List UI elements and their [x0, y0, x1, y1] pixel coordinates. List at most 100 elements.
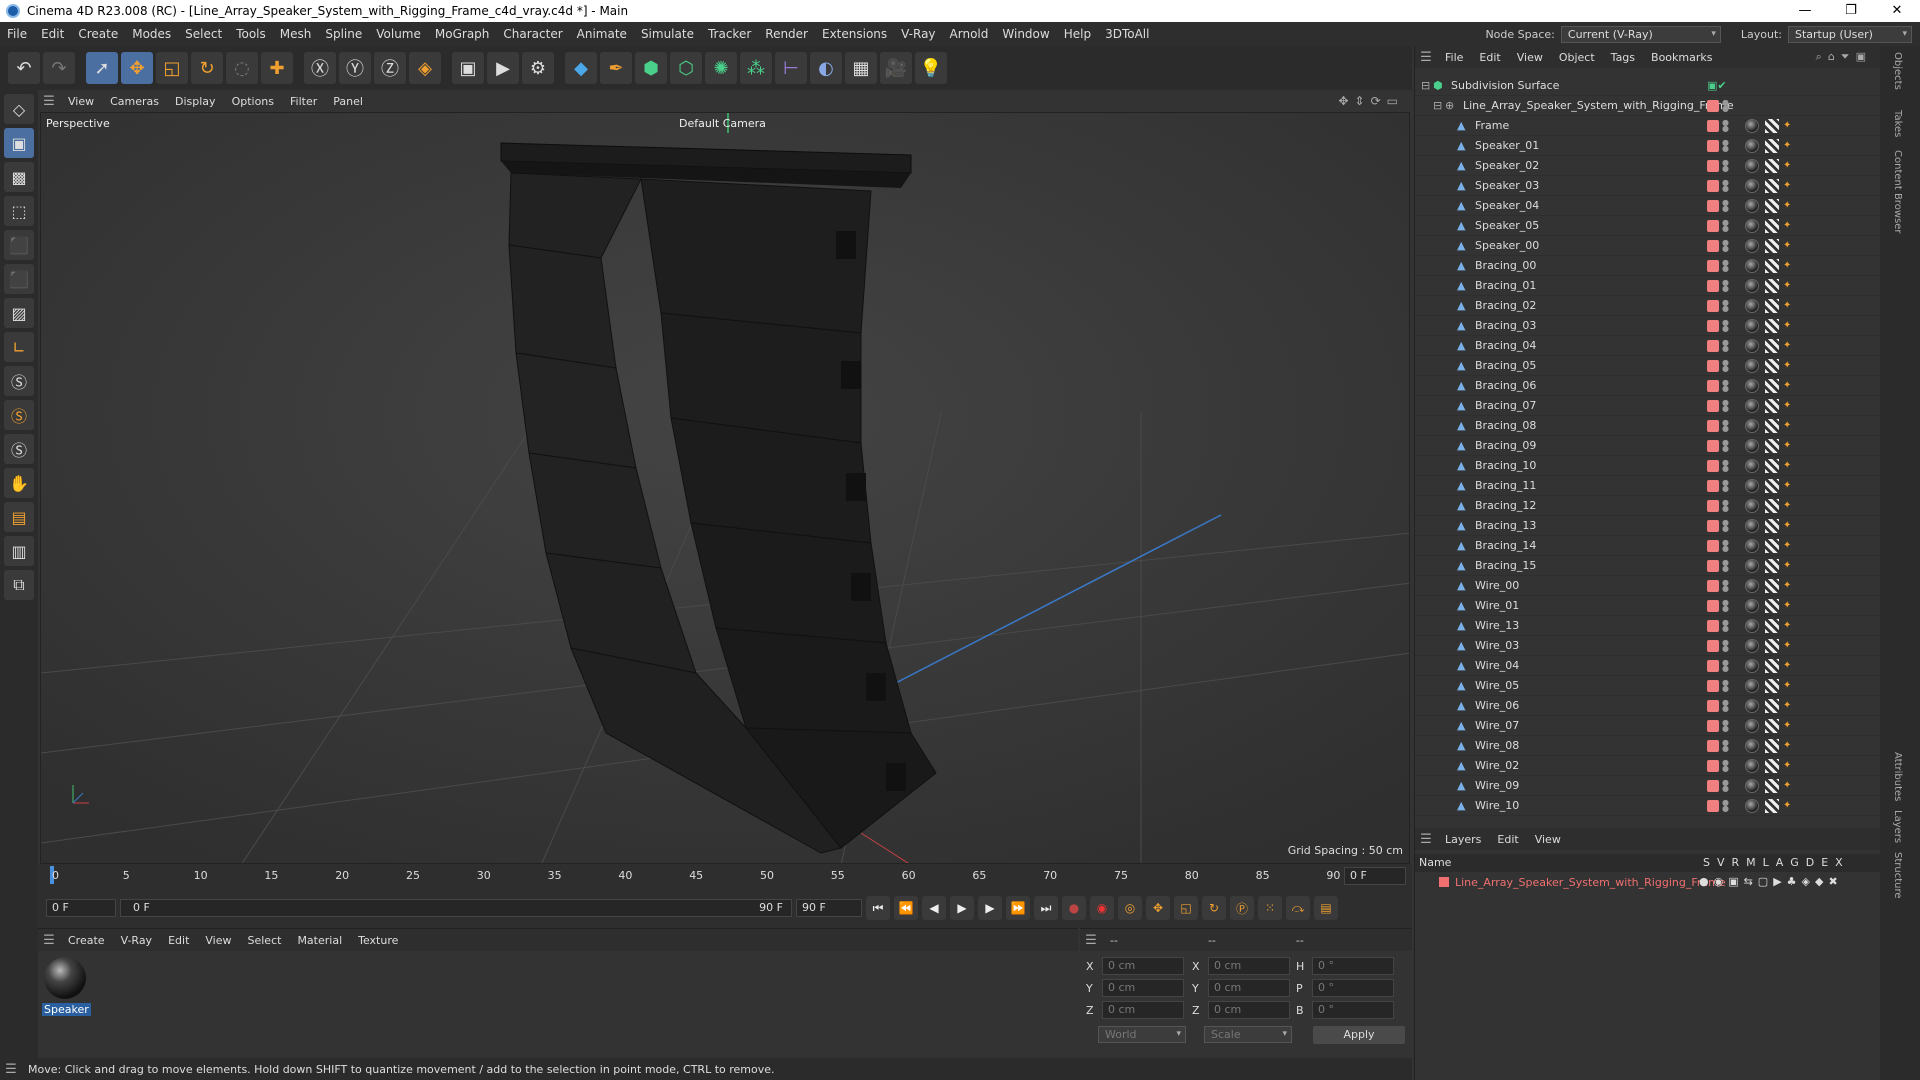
texture-tag-icon[interactable]: [1765, 218, 1779, 233]
texture-tag-icon[interactable]: [1765, 518, 1779, 533]
material-tag-icon[interactable]: [1745, 638, 1759, 653]
scale-key-icon[interactable]: ◱: [1174, 896, 1198, 920]
texture-tag-icon[interactable]: [1765, 158, 1779, 173]
vray-tag-icon[interactable]: ✦: [1783, 700, 1793, 712]
scale-x-field[interactable]: 0 cm: [1208, 957, 1290, 975]
object-row[interactable]: ▲ Bracing_05 ● ● ✦: [1415, 356, 1881, 376]
vray-tag-icon[interactable]: ✦: [1783, 240, 1793, 252]
expand-toggle-icon[interactable]: ⊟: [1433, 99, 1442, 112]
object-row[interactable]: ▲ Wire_04 ● ● ✦: [1415, 656, 1881, 676]
point-level-key-icon[interactable]: ⁙: [1258, 896, 1282, 920]
texture-tag-icon[interactable]: [1765, 598, 1779, 613]
object-row[interactable]: ▲ Wire_03 ● ● ✦: [1415, 636, 1881, 656]
texture-tag-icon[interactable]: [1765, 698, 1779, 713]
bend-deformer-icon[interactable]: ⁂: [740, 52, 772, 84]
vray-tag-icon[interactable]: ✦: [1783, 760, 1793, 772]
texture-tag-icon[interactable]: [1765, 358, 1779, 373]
object-menu-bookmarks[interactable]: Bookmarks: [1643, 51, 1720, 64]
visibility-dots-icon[interactable]: ● ●: [1722, 98, 1729, 112]
visibility-dots-icon[interactable]: ● ●: [1722, 138, 1729, 152]
material-tag-icon[interactable]: [1745, 338, 1759, 353]
vray-tag-icon[interactable]: ✦: [1783, 520, 1793, 532]
axis-mode-icon[interactable]: ∟: [4, 332, 34, 362]
visibility-dots-icon[interactable]: ● ●: [1722, 438, 1729, 452]
texture-tag-icon[interactable]: [1765, 538, 1779, 553]
menu-modes[interactable]: Modes: [125, 22, 178, 46]
texture-tag-icon[interactable]: [1765, 318, 1779, 333]
y-axis-lock-icon[interactable]: Ⓨ: [339, 52, 371, 84]
material-tag-icon[interactable]: [1745, 778, 1759, 793]
material-tag-icon[interactable]: [1745, 558, 1759, 573]
texture-tag-icon[interactable]: [1765, 738, 1779, 753]
object-row[interactable]: ▲ Bracing_11 ● ● ✦: [1415, 476, 1881, 496]
menu-edit[interactable]: Edit: [34, 22, 71, 46]
material-menu-material[interactable]: Material: [289, 934, 350, 947]
texture-tag-icon[interactable]: [1765, 718, 1779, 733]
live-select-icon[interactable]: ◌: [226, 52, 258, 84]
texture-tag-icon[interactable]: [1765, 258, 1779, 273]
menu-window[interactable]: Window: [995, 22, 1056, 46]
menu-arnold[interactable]: Arnold: [943, 22, 996, 46]
motion-system-icon[interactable]: ⤼: [1286, 896, 1310, 920]
material-tag-icon[interactable]: [1745, 318, 1759, 333]
snap-settings-icon[interactable]: Ⓢ: [4, 400, 34, 430]
texture-tag-icon[interactable]: [1765, 458, 1779, 473]
viewport-menu-icon[interactable]: ☰: [38, 94, 60, 109]
material-tag-icon[interactable]: [1745, 158, 1759, 173]
visibility-dots-icon[interactable]: ● ●: [1722, 578, 1729, 592]
position-key-icon[interactable]: ✥: [1146, 896, 1170, 920]
rail-tab-structure[interactable]: Structure: [1892, 852, 1903, 899]
material-menu-edit[interactable]: Edit: [160, 934, 197, 947]
object-menu-view[interactable]: View: [1509, 51, 1551, 64]
visibility-dots-icon[interactable]: ● ●: [1722, 758, 1729, 772]
vray-tag-icon[interactable]: ✦: [1783, 220, 1793, 232]
tweak-mode-icon[interactable]: ✋: [4, 468, 34, 498]
vray-tag-icon[interactable]: ✦: [1783, 440, 1793, 452]
menu-mesh[interactable]: Mesh: [273, 22, 319, 46]
material-tag-icon[interactable]: [1745, 218, 1759, 233]
visibility-dots-icon[interactable]: ● ●: [1722, 698, 1729, 712]
menu-v-ray[interactable]: V-Ray: [894, 22, 942, 46]
measure-icon[interactable]: ⊢: [775, 52, 807, 84]
parameter-key-icon[interactable]: Ⓟ: [1230, 896, 1254, 920]
object-row[interactable]: ▲ Wire_13 ● ● ✦: [1415, 616, 1881, 636]
texture-tag-icon[interactable]: [1765, 558, 1779, 573]
workplane-snap-icon[interactable]: Ⓢ: [4, 434, 34, 464]
polygon-mode-icon[interactable]: ⬛: [4, 264, 34, 294]
layer-menu-layers[interactable]: Layers: [1437, 833, 1489, 846]
material-menu-vray[interactable]: V-Ray: [113, 934, 161, 947]
visibility-dots-icon[interactable]: ● ●: [1722, 198, 1729, 212]
vray-tag-icon[interactable]: ✦: [1783, 780, 1793, 792]
texture-tag-icon[interactable]: [1765, 678, 1779, 693]
visibility-dots-icon[interactable]: ● ●: [1722, 158, 1729, 172]
scale-z-field[interactable]: 0 cm: [1208, 1001, 1290, 1019]
vray-tag-icon[interactable]: ✦: [1783, 680, 1793, 692]
vray-tag-icon[interactable]: ✦: [1783, 120, 1793, 132]
camera-label[interactable]: Default Camera: [679, 117, 766, 130]
minimize-button[interactable]: —: [1782, 0, 1828, 22]
texture-tag-icon[interactable]: [1765, 758, 1779, 773]
field-icon[interactable]: ◐: [810, 52, 842, 84]
object-row[interactable]: ▲ Speaker_03 ● ● ✦: [1415, 176, 1881, 196]
menu-spline[interactable]: Spline: [318, 22, 369, 46]
texture-tag-icon[interactable]: [1765, 418, 1779, 433]
maximize-button[interactable]: ❐: [1828, 0, 1874, 22]
object-row[interactable]: ▲ Speaker_04 ● ● ✦: [1415, 196, 1881, 216]
layer-menu-view[interactable]: View: [1527, 833, 1569, 846]
camera-object-icon[interactable]: 🎥: [880, 52, 912, 84]
visibility-dots-icon[interactable]: ● ●: [1722, 258, 1729, 272]
visibility-dots-icon[interactable]: ● ●: [1722, 458, 1729, 472]
scale-mode-dropdown[interactable]: Scale: [1204, 1026, 1292, 1043]
vray-tag-icon[interactable]: ✦: [1783, 200, 1793, 212]
status-menu-icon[interactable]: ☰: [0, 1062, 22, 1077]
coords-menu-icon[interactable]: ☰: [1080, 933, 1102, 948]
visibility-dots-icon[interactable]: ● ●: [1722, 558, 1729, 572]
go-to-start-icon[interactable]: ⏮: [866, 896, 890, 920]
rotation-h-field[interactable]: 0 °: [1312, 957, 1394, 975]
vray-tag-icon[interactable]: ✦: [1783, 500, 1793, 512]
autokey-icon[interactable]: ◉: [1090, 896, 1114, 920]
texture-tag-icon[interactable]: [1765, 398, 1779, 413]
record-keys-icon[interactable]: ●: [1062, 896, 1086, 920]
material-tag-icon[interactable]: [1745, 538, 1759, 553]
texture-tag-icon[interactable]: [1765, 138, 1779, 153]
